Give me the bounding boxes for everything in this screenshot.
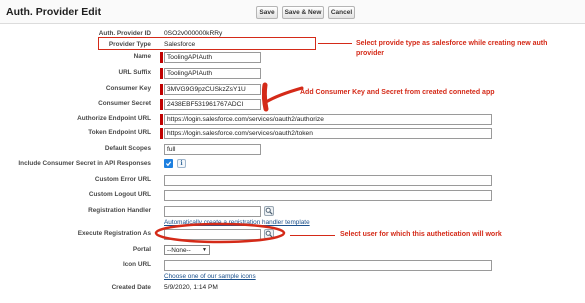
provider-type-value: Salesforce [164, 41, 196, 48]
info-icon[interactable]: i [177, 159, 186, 168]
custom-error-url-input[interactable] [164, 175, 492, 186]
portal-select[interactable]: --None-- ▼ [164, 245, 210, 255]
include-secret-label: Include Consumer Secret in API Responses [18, 160, 151, 167]
registration-handler-input[interactable] [164, 206, 261, 217]
page-title: Auth. Provider Edit [6, 6, 102, 18]
consumer-key-input[interactable]: 3MVG9G9pzCUSkzZsY1U [164, 84, 261, 95]
portal-label: Portal [132, 246, 151, 253]
custom-logout-url-label: Custom Logout URL [88, 191, 151, 198]
save-button[interactable]: Save [256, 6, 278, 19]
default-scopes-label: Default Scopes [104, 145, 151, 152]
portal-select-value: --None-- [167, 246, 191, 254]
name-required-bar [160, 52, 163, 63]
provider-type-label: Provider Type [108, 41, 151, 48]
consumer-secret-label: Consumer Secret [98, 100, 151, 107]
provider-type-annotation: Select provide type as salesforce while … [356, 40, 548, 57]
name-input[interactable]: ToolingAPIAuth [164, 52, 261, 63]
chevron-down-icon: ▼ [202, 247, 207, 253]
token-endpoint-label: Token Endpoint URL [88, 129, 151, 136]
name-label: Name [133, 53, 151, 60]
consumer-annotation: Add Consumer Key and Secret from created… [300, 89, 495, 96]
consumer-secret-required-bar [160, 99, 163, 110]
consumer-key-label: Consumer Key [105, 85, 151, 92]
default-scopes-input[interactable]: full [164, 144, 261, 155]
icon-url-input[interactable] [164, 260, 492, 271]
token-endpoint-required-bar [160, 128, 163, 139]
custom-logout-url-input[interactable] [164, 190, 492, 201]
consumer-key-required-bar [160, 84, 163, 95]
url-suffix-required-bar [160, 68, 163, 79]
icon-url-label: Icon URL [122, 261, 151, 268]
page-header: Auth. Provider Edit Save Save & New Canc… [0, 0, 585, 24]
url-suffix-input[interactable]: ToolingAPIAuth [164, 68, 261, 79]
auth-provider-id-label: Auth. Provider ID [98, 30, 151, 37]
created-date-label: Created Date [111, 284, 151, 291]
save-and-new-button[interactable]: Save & New [282, 6, 324, 19]
consumer-secret-input[interactable]: 2438EBF531961767ADCI [164, 99, 261, 110]
execute-registration-label: Execute Registration As [77, 230, 151, 237]
created-date-value: 5/9/2020, 1:14 PM [164, 284, 218, 291]
provider-type-arrow-line [318, 43, 352, 44]
authorize-endpoint-label: Authorize Endpoint URL [77, 115, 151, 122]
authorize-endpoint-required-bar [160, 114, 163, 125]
execute-as-arrow-line [290, 235, 335, 236]
checkmark-icon [165, 161, 172, 167]
custom-error-url-label: Custom Error URL [94, 176, 151, 183]
registration-handler-label: Registration Handler [88, 207, 151, 214]
include-secret-checkbox[interactable] [164, 159, 173, 168]
auth-provider-id-value: 0SO2v000000kRRy [164, 30, 223, 37]
execute-as-highlight-circle [154, 222, 286, 244]
token-endpoint-input[interactable]: https://login.salesforce.com/services/oa… [164, 128, 492, 139]
execute-as-annotation: Select user for which this authetication… [340, 231, 502, 238]
url-suffix-label: URL Suffix [118, 69, 151, 76]
sample-icons-link[interactable]: Choose one of our sample icons [164, 273, 256, 280]
authorize-endpoint-input[interactable]: https://login.salesforce.com/services/oa… [164, 114, 492, 125]
cancel-button[interactable]: Cancel [328, 6, 355, 19]
lookup-icon[interactable] [264, 206, 274, 216]
